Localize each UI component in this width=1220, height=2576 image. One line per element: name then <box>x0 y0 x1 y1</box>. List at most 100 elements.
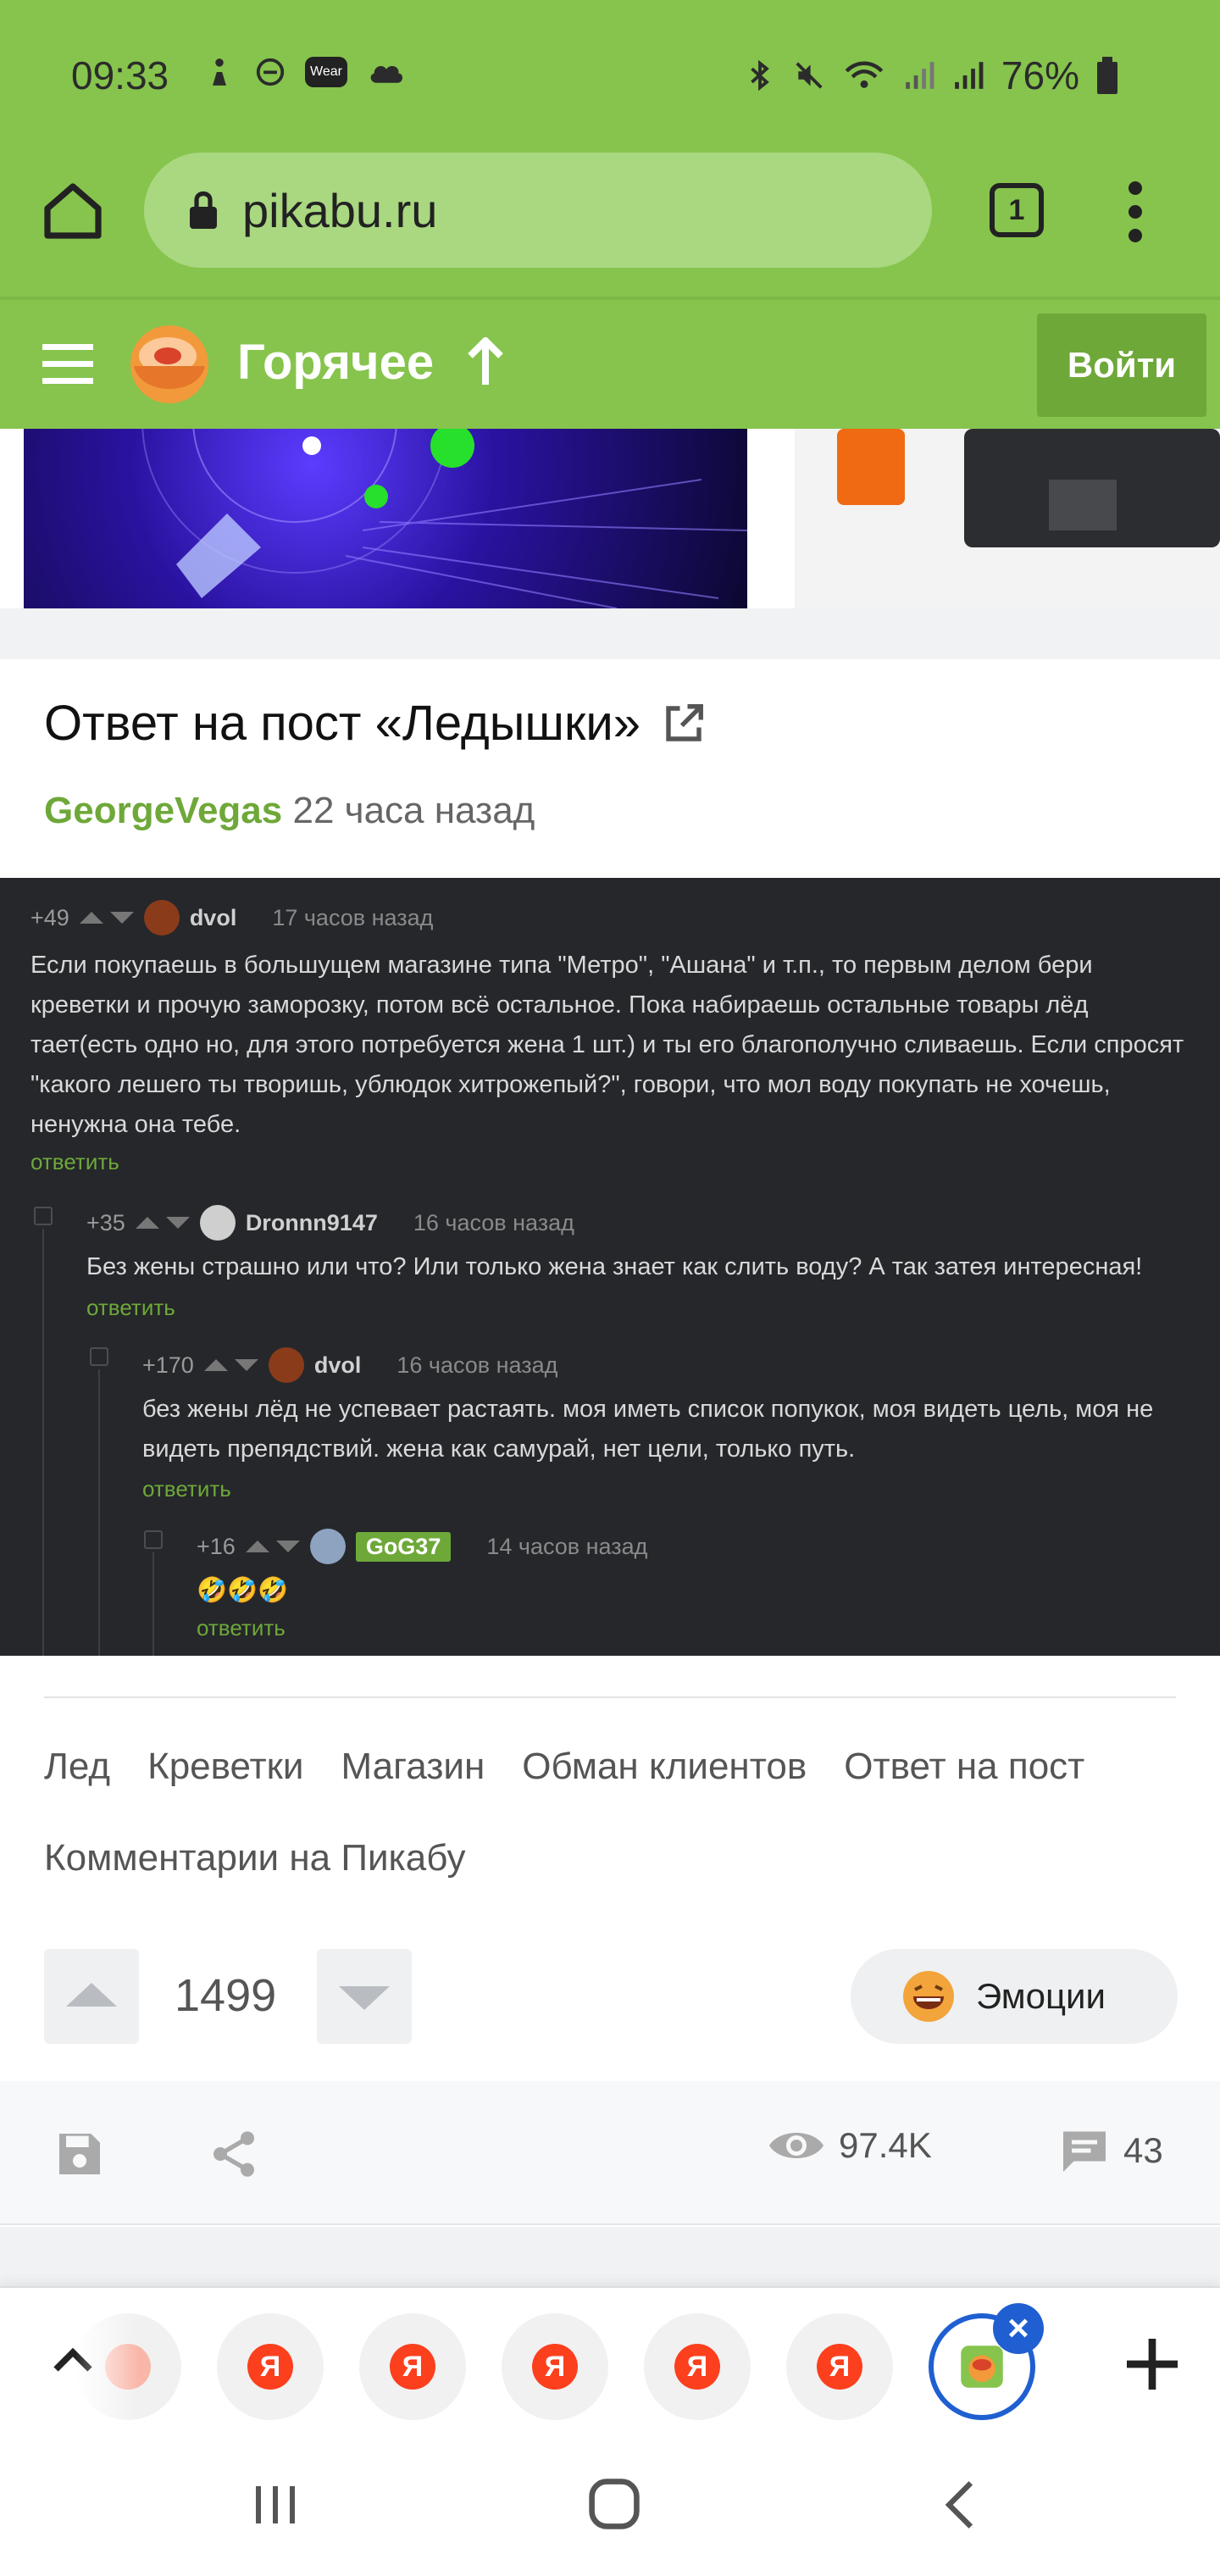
share-icon[interactable] <box>207 2127 261 2181</box>
status-left-icons: Wear <box>203 56 407 88</box>
emotions-label: Эмоции <box>976 1976 1106 2016</box>
lock-icon <box>190 191 217 229</box>
collapse-toggle <box>34 1207 53 1225</box>
comment-text: Без жены страшно или что? Или только жен… <box>86 1253 1143 1280</box>
hamburger-menu-icon[interactable] <box>42 341 93 388</box>
vote-up-icon <box>203 1359 228 1371</box>
browser-tab[interactable] <box>75 2313 181 2420</box>
post-separator <box>0 608 1220 659</box>
pikabu-logo-icon[interactable] <box>127 322 212 407</box>
status-bar: 09:33 Wear 76% <box>0 0 1220 153</box>
comment-user: Dronnn9147 <box>245 1209 378 1235</box>
vote-up-icon <box>135 1217 159 1229</box>
space-art-icon <box>141 429 747 608</box>
save-icon[interactable] <box>53 2127 107 2181</box>
vote-down-icon <box>165 1217 190 1229</box>
tag[interactable]: Магазин <box>341 1746 485 1788</box>
comment-score: +170 <box>142 1352 194 1378</box>
browser-tab-strip: Я Я Я Я Я × <box>0 2286 1220 2435</box>
browser-tab[interactable]: Я <box>502 2313 608 2420</box>
tag[interactable]: Ответ на пост <box>844 1746 1084 1788</box>
section-title[interactable]: Горячее <box>237 334 434 391</box>
eye-icon <box>769 2133 824 2158</box>
comment-text: 🤣🤣🤣 <box>197 1577 289 1604</box>
yandex-icon: Я <box>390 2344 435 2390</box>
new-tab-plus-icon[interactable] <box>1118 2330 1186 2398</box>
pikabu-favicon-icon <box>961 2346 1003 2388</box>
login-button[interactable]: Войти <box>1037 314 1206 417</box>
tag[interactable]: Обман клиентов <box>522 1746 807 1788</box>
more-menu-icon[interactable] <box>1118 178 1152 246</box>
system-home-icon[interactable] <box>586 2476 642 2532</box>
post-tags: Лед Креветки Магазин Обман клиентов Отве… <box>44 1746 1179 1879</box>
views-counter: 97.4K <box>766 2125 932 2166</box>
triangle-up-icon <box>66 1983 117 2007</box>
tabs-count-button[interactable]: 1 <box>990 183 1044 237</box>
emotions-button[interactable]: Эмоции <box>851 1949 1178 2044</box>
comments-counter[interactable]: 43 <box>1059 2125 1163 2176</box>
views-count: 97.4K <box>839 2125 932 2165</box>
post-author[interactable]: GeorgeVegas <box>44 790 282 831</box>
comment-time: 17 часов назад <box>272 904 434 930</box>
post-actions-bar: 97.4K 43 <box>0 2081 1220 2225</box>
external-link-icon[interactable] <box>661 701 707 747</box>
divider <box>44 1696 1176 1698</box>
wear-icon: Wear <box>305 57 347 87</box>
comment-text: Если покупаешь в большущем магазине типа… <box>30 952 1184 1138</box>
vote-down-button[interactable] <box>317 1949 412 2044</box>
vote-down-icon <box>234 1359 258 1371</box>
browser-tab[interactable]: Я <box>359 2313 466 2420</box>
comment-header: +170 dvol 16 часов назад <box>142 1347 557 1383</box>
gadget-art-icon <box>837 429 1220 547</box>
comment-reply-link: ответить <box>197 1615 286 1641</box>
yandex-icon: Я <box>817 2344 862 2390</box>
gadget-image[interactable] <box>795 429 1220 608</box>
avatar <box>143 900 180 935</box>
comments-screenshot[interactable]: +49 dvol 17 часов назад Если покупаешь в… <box>0 878 1220 1656</box>
browser-tab[interactable]: Я <box>644 2313 751 2420</box>
post-meta: GeorgeVegas 22 часа назад <box>44 790 535 832</box>
avatar <box>268 1347 304 1383</box>
comment-reply-link: ответить <box>86 1295 175 1320</box>
triangle-down-icon <box>339 1986 390 2010</box>
comment-user: dvol <box>313 1352 362 1378</box>
close-tab-icon[interactable]: × <box>993 2303 1044 2354</box>
comment-reply-link: ответить <box>30 1149 119 1174</box>
tag[interactable]: Креветки <box>147 1746 303 1788</box>
home-icon[interactable] <box>39 176 107 244</box>
tag[interactable]: Комментарии на Пикабу <box>44 1837 465 1879</box>
post-title[interactable]: Ответ на пост «Ледышки» <box>44 695 707 752</box>
steps-icon <box>213 58 226 86</box>
comment-time: 16 часов назад <box>396 1352 558 1378</box>
space-image[interactable] <box>24 429 747 608</box>
recent-apps-icon[interactable] <box>251 2479 302 2530</box>
site-header: Горячее Войти <box>0 297 1220 429</box>
post-time: 22 часа назад <box>292 790 535 831</box>
browser-tab[interactable]: Я <box>217 2313 324 2420</box>
collapse-toggle <box>90 1347 108 1366</box>
bluetooth-icon <box>751 59 769 92</box>
avatar <box>309 1529 346 1564</box>
vote-up-button[interactable] <box>44 1949 139 2044</box>
system-navigation-bar <box>0 2435 1220 2576</box>
comment-user: dvol <box>189 904 237 930</box>
comment-score: +49 <box>30 904 69 930</box>
browser-tab[interactable]: Я <box>786 2313 893 2420</box>
wifi-icon <box>845 61 884 88</box>
post-title-text[interactable]: Ответ на пост «Ледышки» <box>44 695 640 752</box>
collapse-toggle <box>144 1530 163 1549</box>
vote-down-icon <box>275 1541 300 1552</box>
vote-up-icon <box>245 1541 269 1552</box>
comments-count: 43 <box>1123 2130 1163 2170</box>
signal-icon <box>906 62 934 89</box>
tag[interactable]: Лед <box>44 1746 110 1788</box>
comment-time: 14 часов назад <box>486 1533 648 1559</box>
comment-header: +35 Dronnn9147 16 часов назад <box>86 1205 574 1241</box>
battery-percent: 76% <box>1001 53 1079 97</box>
signal-icon <box>955 62 984 89</box>
address-bar[interactable]: pikabu.ru <box>144 153 932 268</box>
comment-score: +35 <box>86 1209 125 1235</box>
thread-line <box>42 1229 44 1656</box>
back-icon[interactable] <box>939 2478 981 2532</box>
sort-arrow-up-icon[interactable] <box>464 337 507 388</box>
